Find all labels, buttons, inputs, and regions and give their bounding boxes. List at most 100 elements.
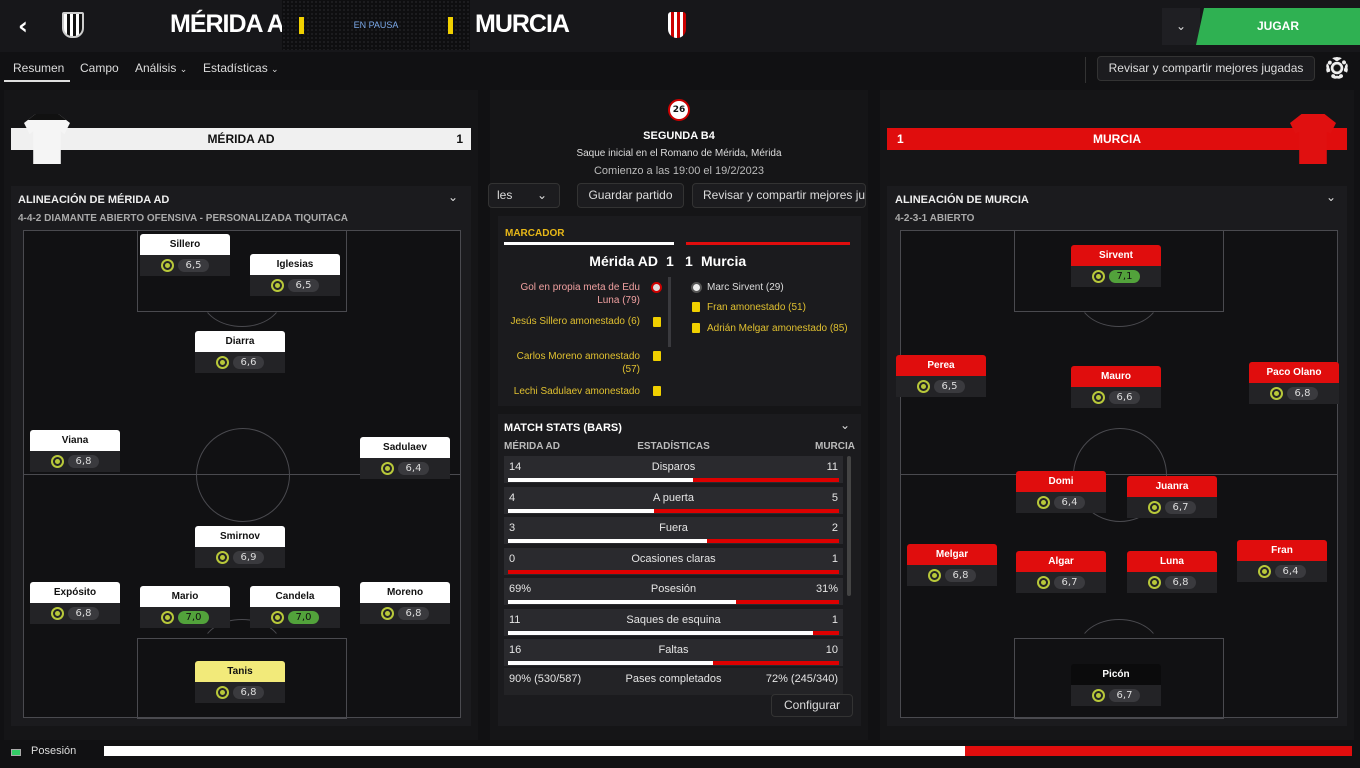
goal-ball-icon (691, 282, 702, 293)
player-rating-row: 6,8 (30, 451, 120, 472)
player-card[interactable]: Sadulaev 6,4 (360, 437, 450, 479)
player-card[interactable]: Sillero 6,5 (140, 234, 230, 276)
player-rating: 6,8 (397, 607, 430, 620)
player-rating: 6,5 (177, 259, 210, 272)
stat-away-bar (736, 600, 839, 604)
review-highlights-button[interactable]: Revisar y compartir mejores jugadas (1097, 56, 1315, 81)
stats-away-header: MURCIA (815, 441, 855, 452)
collapse-chevron-icon[interactable]: ⌄ (840, 418, 850, 432)
rating-ring-icon (1091, 391, 1105, 404)
player-name: Melgar (907, 544, 997, 565)
stat-home-bar (508, 539, 707, 543)
play-options-dropdown[interactable]: ⌄ (1162, 8, 1200, 45)
tab-field[interactable]: Campo (80, 61, 119, 75)
collapse-chevron-icon[interactable]: ⌄ (1326, 190, 1336, 204)
rating-ring-icon (1147, 576, 1161, 589)
tab-stats[interactable]: Estadísticas ⌄ (203, 61, 279, 75)
view-selector-dropdown[interactable]: les ⌄ (488, 183, 560, 208)
player-rating-row: 6,7 (1016, 572, 1106, 593)
possession-home-bar (104, 746, 965, 756)
player-card[interactable]: Perea 6,5 (896, 355, 986, 397)
rating-ring-icon (215, 551, 229, 564)
configure-button[interactable]: Configurar (771, 694, 853, 717)
stat-away-bar (508, 569, 839, 574)
player-name: Sirvent (1071, 245, 1161, 266)
player-rating-row: 6,8 (907, 565, 997, 586)
player-card[interactable]: Candela 7,0 (250, 586, 340, 628)
player-card[interactable]: Viana 6,8 (30, 430, 120, 472)
player-rating: 6,8 (944, 569, 977, 582)
toolbar-divider (1085, 57, 1086, 83)
yellow-card-icon (692, 323, 700, 333)
player-name: Mario (140, 586, 230, 607)
player-card[interactable]: Melgar 6,8 (907, 544, 997, 586)
player-rating-row: 7,0 (140, 607, 230, 628)
chevron-down-icon: ⌄ (536, 188, 547, 202)
stat-label: Faltas (658, 644, 689, 656)
player-card[interactable]: Domi 6,4 (1016, 471, 1106, 513)
play-button[interactable]: JUGAR (1196, 8, 1360, 45)
away-event: Marc Sirvent (29) (707, 282, 784, 293)
match-status-box: EN PAUSA (282, 0, 470, 50)
save-match-button[interactable]: Guardar partido (577, 183, 684, 208)
player-card[interactable]: Paco Olano 6,8 (1249, 362, 1339, 404)
player-rating-row: 6,4 (360, 458, 450, 479)
player-name: Tanis (195, 661, 285, 682)
player-rating-row: 6,7 (1127, 497, 1217, 518)
player-rating-row: 6,9 (195, 547, 285, 568)
player-card[interactable]: Picón 6,7 (1071, 664, 1161, 706)
player-card[interactable]: Moreno 6,8 (360, 582, 450, 624)
collapse-chevron-icon[interactable]: ⌄ (448, 190, 458, 204)
player-card[interactable]: Mario 7,0 (140, 586, 230, 628)
competition-badge-icon: 26 (668, 99, 690, 121)
stats-scrollbar[interactable] (847, 456, 851, 596)
rating-ring-icon (1257, 565, 1271, 578)
player-card[interactable]: Fran 6,4 (1237, 540, 1327, 582)
tab-stats-label: Estadísticas (203, 61, 268, 75)
player-name: Viana (30, 430, 120, 451)
back-icon[interactable]: ‹ (18, 12, 28, 40)
passes-away: 72% (245/340) (765, 673, 838, 685)
player-card[interactable]: Algar 6,7 (1016, 551, 1106, 593)
possession-icon (11, 749, 21, 756)
player-name: Fran (1237, 540, 1327, 561)
player-card[interactable]: Luna 6,8 (1127, 551, 1217, 593)
player-rating: 7,0 (177, 611, 210, 624)
stat-label: Posesión (650, 583, 697, 595)
away-event: Adrián Melgar amonestado (85) (707, 323, 848, 334)
player-card[interactable]: Tanis 6,8 (195, 661, 285, 703)
away-team-bar-score: 1 (897, 132, 904, 146)
stat-label: A puerta (653, 491, 694, 504)
player-rating-row: 6,5 (140, 255, 230, 276)
yellow-card-icon (653, 386, 661, 396)
stats-mid-header: ESTADÍSTICAS (637, 441, 710, 452)
active-tab-indicator (4, 80, 70, 82)
player-rating: 7,0 (287, 611, 320, 624)
player-rating-row: 6,4 (1237, 561, 1327, 582)
player-card[interactable]: Expósito 6,8 (30, 582, 120, 624)
player-name: Candela (250, 586, 340, 607)
stat-home-bar (508, 661, 713, 665)
stat-away-bar (813, 630, 839, 635)
settings-gear-icon[interactable] (1326, 57, 1348, 79)
rating-ring-icon (215, 356, 229, 369)
stat-away-value: 1 (831, 552, 838, 565)
player-card[interactable]: Juanra 6,7 (1127, 476, 1217, 518)
player-rating: 6,8 (1164, 576, 1197, 589)
player-card[interactable]: Iglesias 6,5 (250, 254, 340, 296)
player-card[interactable]: Diarra 6,6 (195, 331, 285, 373)
player-rating: 6,7 (1164, 501, 1197, 514)
scoreboard-home-score: 1 (666, 253, 674, 269)
stat-home-bar (508, 478, 693, 482)
player-card[interactable]: Smirnov 6,9 (195, 526, 285, 568)
tab-summary[interactable]: Resumen (13, 61, 64, 75)
player-name: Mauro (1071, 366, 1161, 387)
player-card[interactable]: Sirvent 7,1 (1071, 245, 1161, 287)
player-rating-row: 6,7 (1071, 685, 1161, 706)
possession-away-bar (965, 746, 1352, 756)
review-highlights-button-center[interactable]: Revisar y compartir mejores ju (692, 183, 866, 208)
possession-footer: Posesión (0, 740, 1360, 768)
player-rating-row: 6,6 (195, 352, 285, 373)
player-card[interactable]: Mauro 6,6 (1071, 366, 1161, 408)
tab-analysis[interactable]: Análisis ⌄ (135, 61, 187, 75)
